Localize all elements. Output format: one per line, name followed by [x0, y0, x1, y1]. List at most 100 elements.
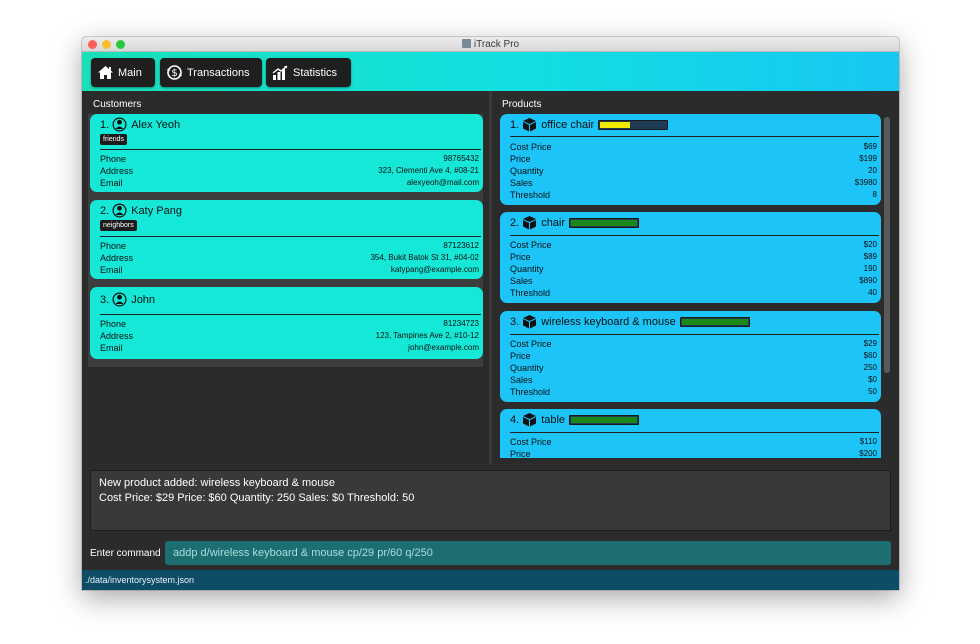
card-divider — [100, 236, 481, 237]
product-field-row: Quantity 190 — [510, 263, 877, 275]
stock-fill — [571, 219, 638, 226]
field-label: Quantity — [510, 264, 544, 274]
field-value: $3980 — [854, 178, 877, 187]
product-list[interactable]: 1. office chair Cost Price $69 Price $19… — [498, 114, 890, 458]
customer-card[interactable]: 2. Katy Pang neighbors Phone 87123612 Ad… — [90, 200, 483, 279]
bar-chart-icon — [272, 64, 288, 80]
statistics-button[interactable]: Statistics — [266, 58, 351, 87]
field-label: Cost Price — [510, 339, 552, 349]
card-divider — [510, 334, 879, 335]
card-divider — [510, 136, 879, 137]
product-field-row: Quantity 250 — [510, 362, 877, 374]
field-label: Threshold — [510, 288, 551, 298]
customer-card[interactable]: 1. Alex Yeoh friends Phone 98765432 Addr… — [90, 114, 483, 192]
transactions-button[interactable]: $ Transactions — [160, 58, 262, 87]
field-label: Quantity — [510, 166, 544, 176]
stock-bar — [569, 414, 640, 425]
customer-header: 1. Alex Yeoh — [100, 117, 180, 132]
panel-divider[interactable] — [489, 91, 492, 464]
customer-name: Alex Yeoh — [131, 118, 181, 131]
box-icon — [523, 315, 537, 329]
field-value: katypang@example.com — [390, 265, 479, 274]
customer-list[interactable]: 1. Alex Yeoh friends Phone 98765432 Addr… — [88, 114, 483, 367]
products-heading: Products — [502, 99, 542, 110]
product-field-row: Threshold 40 — [510, 287, 877, 299]
field-value: 123, Tampines Ave 2, #10-12 — [375, 331, 479, 340]
field-label: Sales — [510, 276, 533, 286]
field-label: Phone — [100, 319, 127, 329]
field-value: 50 — [868, 387, 877, 396]
field-label: Quantity — [510, 363, 544, 373]
result-line-2: Cost Price: $29 Price: $60 Quantity: 250… — [99, 492, 415, 504]
product-header: 3. wireless keyboard & mouse — [510, 314, 750, 329]
product-card[interactable]: 3. wireless keyboard & mouse Cost Price … — [500, 311, 881, 402]
product-header: 4. table — [510, 412, 640, 427]
product-field-row: Cost Price $110 — [510, 436, 877, 448]
window-title-wrap: iTrack Pro — [82, 38, 899, 51]
stock-fill — [681, 318, 748, 325]
customer-index: 3. — [100, 293, 110, 306]
product-field-row: Cost Price $20 — [510, 239, 877, 251]
field-label: Threshold — [510, 190, 551, 200]
field-value: $60 — [863, 351, 877, 360]
customer-index: 1. — [100, 118, 110, 131]
product-field-row: Price $199 — [510, 153, 877, 165]
product-field-row: Cost Price $69 — [510, 141, 877, 153]
card-divider — [100, 314, 481, 315]
result-line-1: New product added: wireless keyboard & m… — [99, 477, 336, 489]
field-label: Email — [100, 343, 123, 353]
product-list-scrollbar[interactable] — [884, 117, 890, 373]
field-label: Phone — [100, 154, 127, 164]
customer-phone-row: Phone 87123612 — [100, 240, 479, 252]
box-icon — [523, 413, 537, 427]
field-label: Address — [100, 331, 134, 341]
field-label: Cost Price — [510, 437, 552, 447]
product-card[interactable]: 4. table Cost Price $110 Price $200 — [500, 409, 881, 458]
product-field-row: Threshold 8 — [510, 189, 877, 201]
field-value: 250 — [863, 363, 877, 372]
field-value: $20 — [863, 240, 877, 249]
customer-index: 2. — [100, 204, 110, 217]
app-icon — [461, 39, 471, 48]
product-card[interactable]: 2. chair Cost Price $20 Price $89 Quanti… — [500, 212, 881, 303]
field-value: 354, Bukit Batok St 31, #04-02 — [370, 253, 479, 262]
command-input[interactable]: addp d/wireless keyboard & mouse cp/29 p… — [165, 541, 891, 565]
field-label: Sales — [510, 375, 533, 385]
field-value: $110 — [859, 437, 877, 446]
customer-address-row: Address 354, Bukit Batok St 31, #04-02 — [100, 252, 479, 264]
field-value: $890 — [859, 276, 877, 285]
customer-header: 3. John — [100, 292, 155, 307]
result-display: New product added: wireless keyboard & m… — [90, 470, 891, 531]
customer-email-row: Email katypang@example.com — [100, 264, 479, 276]
product-name: office chair — [541, 118, 595, 131]
field-label: Price — [510, 252, 531, 262]
customer-phone-row: Phone 98765432 — [100, 153, 479, 165]
product-field-row: Cost Price $29 — [510, 338, 877, 350]
product-header: 2. chair — [510, 215, 640, 230]
title-bar[interactable]: iTrack Pro — [82, 37, 899, 52]
person-icon — [112, 203, 127, 218]
customer-address-row: Address 123, Tampines Ave 2, #10-12 — [100, 330, 479, 342]
customer-header: 2. Katy Pang — [100, 203, 182, 218]
product-card[interactable]: 1. office chair Cost Price $69 Price $19… — [500, 114, 881, 205]
field-label: Email — [100, 178, 123, 188]
field-label: Price — [510, 449, 531, 458]
field-value: 323, Clementi Ave 4, #08-21 — [378, 166, 479, 175]
status-bar: ./data/inventorysystem.json — [82, 570, 899, 590]
product-field-row: Sales $3980 — [510, 177, 877, 189]
card-divider — [510, 432, 879, 433]
product-field-row: Sales $0 — [510, 374, 877, 386]
toolbar: Main $ Transactions Statistics — [82, 52, 899, 91]
customer-card[interactable]: 3. John Phone 81234723 Address 123, Tamp… — [90, 287, 483, 359]
field-label: Price — [510, 154, 531, 164]
field-value: $199 — [859, 154, 877, 163]
customer-name: Katy Pang — [131, 204, 182, 217]
stock-fill — [571, 416, 638, 423]
field-value: $29 — [863, 339, 877, 348]
stock-bar — [679, 316, 750, 327]
customer-tag: friends — [100, 134, 128, 145]
stock-fill — [600, 121, 631, 128]
product-index: 1. — [510, 118, 520, 131]
main-button[interactable]: Main — [91, 58, 155, 87]
field-value: $200 — [859, 449, 877, 458]
